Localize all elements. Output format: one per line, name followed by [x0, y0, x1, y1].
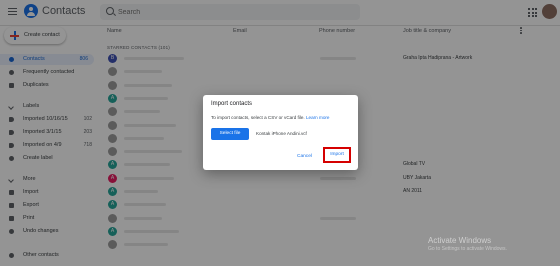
import-contacts-dialog: Import contacts To import contacts, sele…: [203, 95, 358, 170]
activate-windows-subtitle: Go to Settings to activate Windows.: [428, 246, 507, 252]
selected-file-name: Kontak iPhone Andini.vcf: [256, 131, 307, 136]
dialog-body-text: To import contacts, select a CSV or vCar…: [211, 115, 305, 120]
cancel-button[interactable]: Cancel: [297, 154, 312, 159]
learn-more-link[interactable]: Learn more: [306, 115, 330, 120]
dialog-title: Import contacts: [211, 101, 253, 107]
dialog-body: To import contacts, select a CSV or vCar…: [211, 115, 329, 120]
select-file-button[interactable]: Select file: [211, 128, 249, 140]
activate-windows-title: Activate Windows: [428, 236, 492, 245]
import-button[interactable]: Import: [323, 147, 351, 163]
